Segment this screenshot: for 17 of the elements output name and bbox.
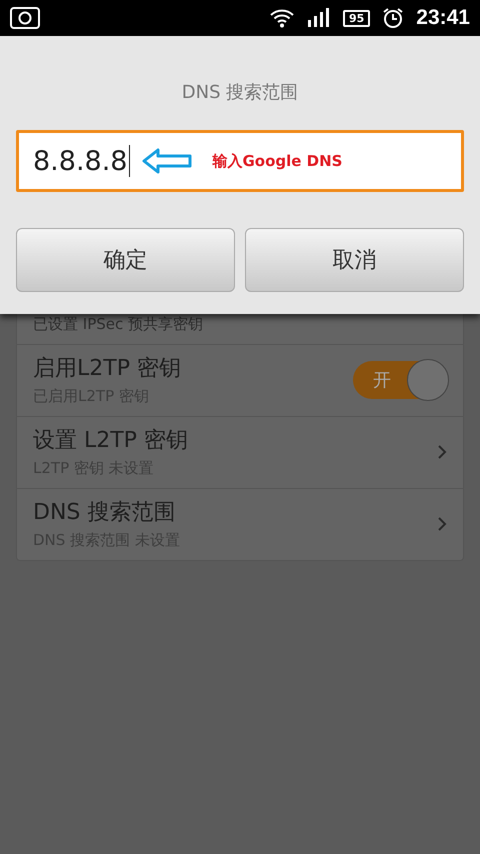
setting-title: 设置 L2TP 密钥 [33,427,189,455]
dialog-button[interactable]: 取消 [245,228,464,292]
alarm-clock-icon [382,7,404,29]
camera-icon [10,7,40,29]
chevron-icon[interactable] [437,516,447,532]
dialog-button[interactable]: 确定 [16,228,235,292]
wifi-icon [268,8,295,28]
chevron-icon[interactable] [437,444,447,460]
arrow-icon [142,148,192,174]
annotation-text: 输入Google DNS [212,152,342,170]
battery-level: 95 [342,10,370,26]
clock-time: 23:41 [416,6,470,30]
input-field[interactable]: 8.8.8.8 输入Google DNS [16,130,464,192]
dialog-title: DNS 搜索范围 [180,81,300,104]
setting-title: DNS 搜索范围 [33,499,176,527]
signal-icon [306,8,331,28]
setting-title: 启用L2TP 密钥 [33,355,182,383]
